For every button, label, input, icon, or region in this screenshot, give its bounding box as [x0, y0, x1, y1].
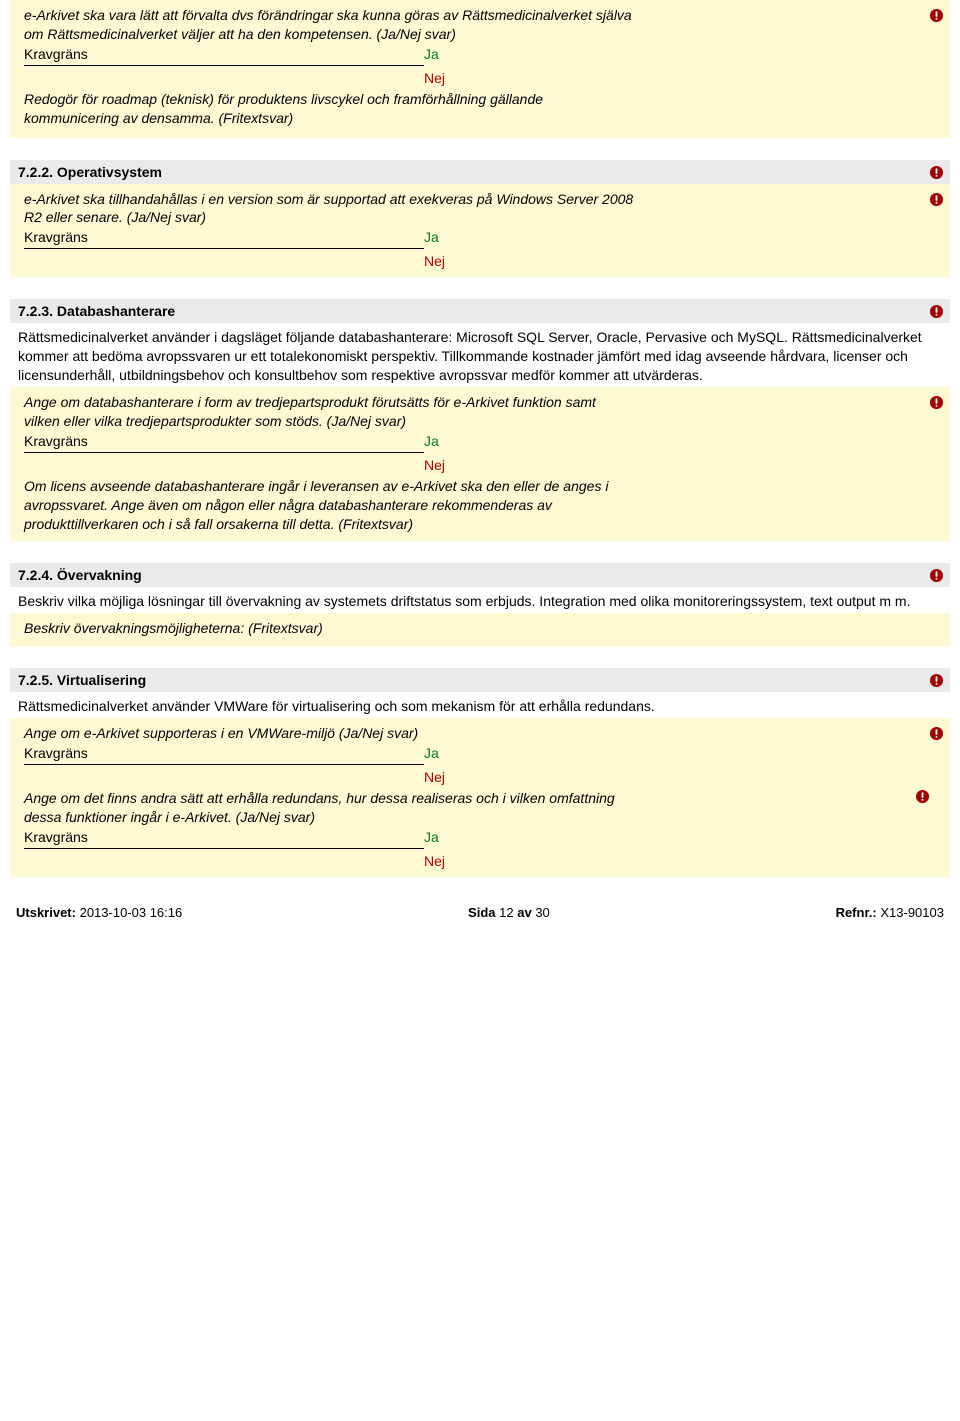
divider — [24, 847, 424, 849]
question-text: e-Arkivet ska tillhandahållas i en versi… — [24, 190, 634, 228]
alert-icon — [929, 8, 944, 23]
kravgrans-label: Kravgräns — [24, 829, 424, 845]
question-text: Om licens avseende databashanterare ingå… — [24, 477, 634, 534]
footer-page-label: Sida — [468, 905, 495, 920]
question-text: Ange om databashanterare i form av tredj… — [24, 393, 634, 431]
question-text: Ange om e-Arkivet supporteras i en VMWar… — [24, 724, 634, 743]
answer-ja: Ja — [424, 229, 439, 245]
alert-icon — [929, 395, 944, 410]
section-724-intro: Beskriv vilka möjliga lösningar till öve… — [10, 587, 950, 613]
answer-nej: Nej — [424, 853, 936, 869]
alert-icon — [929, 192, 944, 207]
alert-icon — [929, 165, 944, 180]
section-title: 7.2.4. Övervakning — [18, 567, 142, 583]
alert-icon — [929, 673, 944, 688]
divider — [24, 451, 424, 453]
footer-page-total: 30 — [535, 905, 549, 920]
section-724-header: 7.2.4. Övervakning — [10, 563, 950, 587]
kravgrans-row: Kravgräns Ja — [24, 46, 936, 62]
alert-icon — [929, 304, 944, 319]
intro-text: Rättsmedicinalverket använder VMWare för… — [18, 698, 655, 714]
footer-page-of: av — [517, 905, 531, 920]
footer-page-current: 12 — [499, 905, 513, 920]
question-block-top: e-Arkivet ska vara lätt att förvalta dvs… — [10, 0, 950, 138]
section-722-header: 7.2.2. Operativsystem — [10, 160, 950, 184]
section-title: 7.2.2. Operativsystem — [18, 164, 162, 180]
answer-ja: Ja — [424, 433, 439, 449]
alert-icon — [915, 789, 930, 804]
question-text: Ange om det finns andra sätt att erhålla… — [24, 789, 634, 827]
page-footer: Utskrivet: 2013-10-03 16:16 Sida 12 av 3… — [10, 895, 950, 920]
divider — [24, 247, 424, 249]
footer-printed: Utskrivet: 2013-10-03 16:16 — [16, 905, 182, 920]
question-block-723: Ange om databashanterare i form av tredj… — [10, 387, 950, 541]
question-text: Beskriv övervakningsmöjligheterna: (Frit… — [24, 619, 634, 638]
section-title: 7.2.5. Virtualisering — [18, 672, 146, 688]
answer-ja: Ja — [424, 745, 439, 761]
footer-printed-value: 2013-10-03 16:16 — [80, 905, 183, 920]
kravgrans-row: Kravgräns Ja — [24, 829, 936, 845]
footer-ref-value: X13-90103 — [880, 905, 944, 920]
kravgrans-row: Kravgräns Ja — [24, 433, 936, 449]
question-text: Redogör för roadmap (teknisk) för produk… — [24, 90, 634, 128]
question-block-722: e-Arkivet ska tillhandahållas i en versi… — [10, 184, 950, 278]
answer-nej: Nej — [424, 769, 936, 785]
answer-nej: Nej — [424, 70, 936, 86]
page-container: e-Arkivet ska vara lätt att förvalta dvs… — [0, 0, 960, 940]
intro-text: Beskriv vilka möjliga lösningar till öve… — [18, 593, 910, 609]
answer-ja: Ja — [424, 46, 439, 62]
kravgrans-row: Kravgräns Ja — [24, 229, 936, 245]
footer-ref-label: Refnr.: — [836, 905, 877, 920]
section-723-intro: Rättsmedicinalverket använder i dagsläge… — [10, 323, 950, 387]
answer-nej: Nej — [424, 253, 936, 269]
intro-text: Rättsmedicinalverket använder i dagsläge… — [18, 329, 922, 383]
question-block-725-1: Ange om e-Arkivet supporteras i en VMWar… — [10, 718, 950, 877]
divider — [24, 763, 424, 765]
footer-ref: Refnr.: X13-90103 — [836, 905, 944, 920]
kravgrans-row: Kravgräns Ja — [24, 745, 936, 761]
answer-nej: Nej — [424, 457, 936, 473]
alert-icon — [929, 726, 944, 741]
answer-ja: Ja — [424, 829, 439, 845]
divider — [24, 64, 424, 66]
alert-icon — [929, 568, 944, 583]
section-725-intro: Rättsmedicinalverket använder VMWare för… — [10, 692, 950, 718]
kravgrans-label: Kravgräns — [24, 433, 424, 449]
question-text: e-Arkivet ska vara lätt att förvalta dvs… — [24, 6, 634, 44]
kravgrans-label: Kravgräns — [24, 46, 424, 62]
footer-page: Sida 12 av 30 — [468, 905, 550, 920]
section-723-header: 7.2.3. Databashanterare — [10, 299, 950, 323]
section-title: 7.2.3. Databashanterare — [18, 303, 175, 319]
question-block-724: Beskriv övervakningsmöjligheterna: (Frit… — [10, 613, 950, 646]
footer-printed-label: Utskrivet: — [16, 905, 76, 920]
kravgrans-label: Kravgräns — [24, 745, 424, 761]
kravgrans-label: Kravgräns — [24, 229, 424, 245]
section-725-header: 7.2.5. Virtualisering — [10, 668, 950, 692]
